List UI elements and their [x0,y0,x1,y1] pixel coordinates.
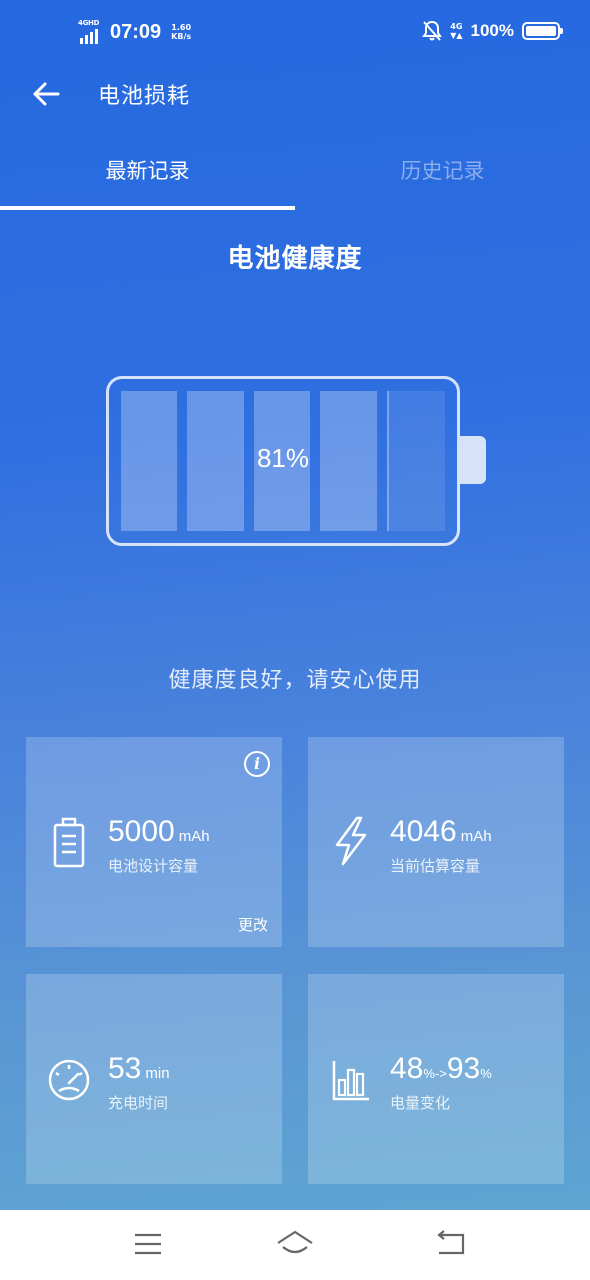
battery-health-percent: 81% [256,443,310,473]
home-button[interactable] [275,1226,315,1262]
estimated-capacity-value: 4046 mAh [390,815,492,849]
battery-outline-icon [46,815,92,871]
health-message: 健康度良好，请安心使用 [168,668,422,693]
return-icon [437,1230,465,1255]
home-icon [277,1230,313,1254]
network-speed: 1.60 KB/s [171,23,191,41]
design-capacity-label: 电池设计容量 [108,857,199,875]
clock: 07:09 [110,20,162,43]
level-change-value: 48%->93% [390,1052,492,1086]
tab-latest-record[interactable]: 最新记录 [0,140,295,204]
design-capacity-value: 5000 mAh [108,815,210,849]
speedometer-icon [46,1052,92,1108]
change-capacity-link[interactable]: 更改 [238,914,268,935]
tab-history-record[interactable]: 历史记录 [295,140,590,204]
arrow-left-icon [33,82,60,106]
battery-tip [460,436,486,484]
lightning-icon [328,813,374,869]
net-4g-label: 4G [450,22,463,31]
bell-muted-icon [422,20,443,41]
signal-icon: 4GHD [78,19,104,44]
network-tag: 4GHD [78,19,100,27]
charge-time-label: 充电时间 [108,1094,169,1112]
back-nav-button[interactable] [430,1226,470,1262]
tab-bar: 最新记录 历史记录 [0,140,590,210]
page-title: 电池损耗 [98,84,191,109]
charge-time-number: 53 [108,1052,142,1085]
network-4g-icon: 4G ▼▲ [450,22,463,40]
navigation-bar [0,1210,590,1280]
menu-button[interactable] [128,1226,168,1262]
status-left: 4GHD 07:09 1.60 KB/s [78,19,191,44]
estimated-capacity-label: 当前估算容量 [390,857,481,875]
card-level-change: 48%->93% 电量变化 [308,974,564,1184]
card-estimated-capacity: 4046 mAh 当前估算容量 [308,737,564,947]
level-change-label: 电量变化 [390,1094,451,1112]
menu-icon [135,1233,161,1255]
app-bar: 电池损耗 [0,66,590,122]
battery-health-graphic: 81% [106,376,460,546]
info-icon[interactable]: i [244,751,270,777]
battery-icon [522,22,563,40]
card-design-capacity: i 5000 mAh 电池设计容量 更改 [26,737,282,947]
back-button[interactable] [28,76,64,112]
speed-value: 1.60 [171,23,192,32]
level-to-unit: % [480,1066,492,1081]
level-from: 48 [390,1052,424,1085]
battery-wear-screen: 4GHD 07:09 1.60 KB/s 4G ▼▲ 100% 电池损耗 最新记… [0,0,590,1210]
battery-percent: 100% [470,21,514,40]
tab-indicator [0,206,295,210]
design-capacity-number: 5000 [108,815,175,848]
level-from-unit: %-> [423,1066,447,1081]
estimated-capacity-unit: mAh [460,828,492,845]
bar-chart-icon [328,1052,374,1108]
estimated-capacity-number: 4046 [390,815,457,848]
charge-time-unit: min [145,1065,170,1082]
section-title: 电池健康度 [227,244,363,274]
design-capacity-unit: mAh [178,828,210,845]
status-bar: 4GHD 07:09 1.60 KB/s 4G ▼▲ 100% [0,0,590,66]
card-charge-time: 53 min 充电时间 [26,974,282,1184]
level-to: 93 [446,1052,481,1085]
status-right: 4G ▼▲ 100% [422,20,563,42]
speed-unit: KB/s [171,32,192,41]
charge-time-value: 53 min [108,1052,170,1086]
